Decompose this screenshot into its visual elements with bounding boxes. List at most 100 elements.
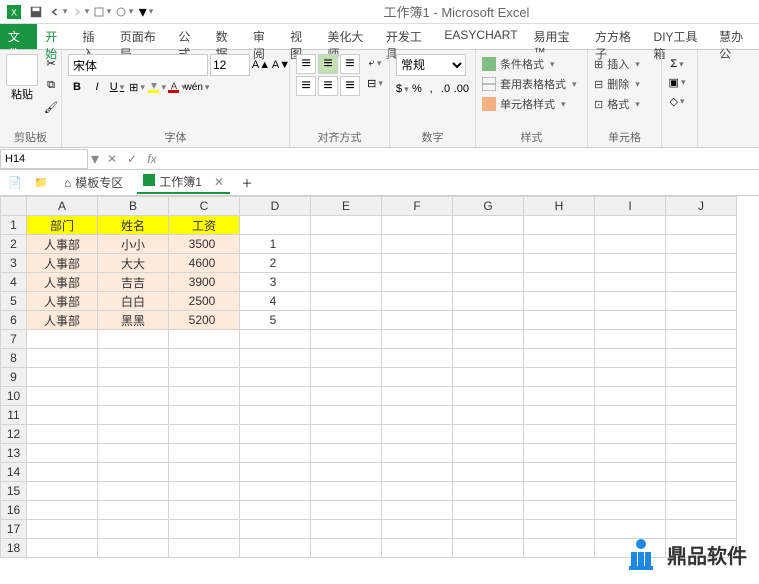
align-bottom-right-icon[interactable]: ≡ (340, 76, 360, 96)
name-box-dropdown-icon[interactable]: ▾ (88, 149, 102, 169)
cell-H17[interactable] (524, 520, 595, 539)
fx-icon[interactable]: fx (142, 152, 162, 166)
merge-cells-icon[interactable]: ⊟ (366, 74, 384, 92)
cell-J7[interactable] (666, 330, 737, 349)
cell-D2[interactable]: 1 (240, 235, 311, 254)
cell-A3[interactable]: 人事部 (27, 254, 98, 273)
cell-E3[interactable] (311, 254, 382, 273)
cell-F8[interactable] (382, 349, 453, 368)
cell-J5[interactable] (666, 292, 737, 311)
cell-B10[interactable] (98, 387, 169, 406)
cell-D13[interactable] (240, 444, 311, 463)
cell-F2[interactable] (382, 235, 453, 254)
cell-A8[interactable] (27, 349, 98, 368)
cell-J1[interactable] (666, 216, 737, 235)
cell-A7[interactable] (27, 330, 98, 349)
row-header-8[interactable]: 8 (1, 349, 27, 368)
cell-G10[interactable] (453, 387, 524, 406)
font-color-icon[interactable]: A (168, 78, 186, 96)
fill-color-icon[interactable] (148, 78, 166, 96)
cell-J16[interactable] (666, 501, 737, 520)
cell-D17[interactable] (240, 520, 311, 539)
cell-I8[interactable] (595, 349, 666, 368)
tab-data[interactable]: 数据 (208, 24, 245, 49)
col-header-J[interactable]: J (666, 197, 737, 216)
cell-G9[interactable] (453, 368, 524, 387)
row-header-18[interactable]: 18 (1, 539, 27, 558)
phonetic-icon[interactable]: wén (188, 78, 206, 96)
cell-D3[interactable]: 2 (240, 254, 311, 273)
cell-A9[interactable] (27, 368, 98, 387)
cell-J2[interactable] (666, 235, 737, 254)
cell-C3[interactable]: 4600 (169, 254, 240, 273)
cell-C2[interactable]: 3500 (169, 235, 240, 254)
row-header-11[interactable]: 11 (1, 406, 27, 425)
format-cells-button[interactable]: ⊡格式 (594, 94, 655, 114)
undo-icon[interactable] (48, 2, 68, 22)
align-top-center-icon[interactable]: ≡ (318, 54, 338, 74)
cell-H11[interactable] (524, 406, 595, 425)
cut-icon[interactable]: ✂ (42, 54, 60, 72)
cell-E13[interactable] (311, 444, 382, 463)
cell-H13[interactable] (524, 444, 595, 463)
cell-G11[interactable] (453, 406, 524, 425)
cell-H15[interactable] (524, 482, 595, 501)
cell-J4[interactable] (666, 273, 737, 292)
cell-F18[interactable] (382, 539, 453, 558)
cell-E1[interactable] (311, 216, 382, 235)
cell-F17[interactable] (382, 520, 453, 539)
cell-A1[interactable]: 部门 (27, 216, 98, 235)
cell-G17[interactable] (453, 520, 524, 539)
increase-font-icon[interactable]: A▲ (252, 56, 270, 74)
tab-layout[interactable]: 页面布局 (112, 24, 171, 49)
row-header-6[interactable]: 6 (1, 311, 27, 330)
cell-J8[interactable] (666, 349, 737, 368)
increase-decimal-icon[interactable]: .0 (439, 80, 451, 98)
cell-B13[interactable] (98, 444, 169, 463)
cell-I6[interactable] (595, 311, 666, 330)
tab-file[interactable]: 文件 (0, 24, 37, 49)
row-header-9[interactable]: 9 (1, 368, 27, 387)
cell-H3[interactable] (524, 254, 595, 273)
copy-icon[interactable]: ⧉ (42, 76, 60, 94)
cell-C14[interactable] (169, 463, 240, 482)
row-header-5[interactable]: 5 (1, 292, 27, 311)
cell-F11[interactable] (382, 406, 453, 425)
cell-G14[interactable] (453, 463, 524, 482)
align-top-left-icon[interactable]: ≡ (296, 54, 316, 74)
row-header-16[interactable]: 16 (1, 501, 27, 520)
cell-I9[interactable] (595, 368, 666, 387)
paste-icon[interactable] (6, 54, 38, 86)
cell-C18[interactable] (169, 539, 240, 558)
cell-H6[interactable] (524, 311, 595, 330)
table-format-button[interactable]: 套用表格格式 (482, 74, 581, 94)
cell-G6[interactable] (453, 311, 524, 330)
cell-C13[interactable] (169, 444, 240, 463)
cell-E9[interactable] (311, 368, 382, 387)
cell-I1[interactable] (595, 216, 666, 235)
cell-C17[interactable] (169, 520, 240, 539)
cell-style-button[interactable]: 单元格样式 (482, 94, 581, 114)
row-header-13[interactable]: 13 (1, 444, 27, 463)
cell-J14[interactable] (666, 463, 737, 482)
cell-I11[interactable] (595, 406, 666, 425)
cell-J3[interactable] (666, 254, 737, 273)
cell-F14[interactable] (382, 463, 453, 482)
cell-C5[interactable]: 2500 (169, 292, 240, 311)
cell-D1[interactable] (240, 216, 311, 235)
cell-D6[interactable]: 5 (240, 311, 311, 330)
italic-button[interactable]: I (88, 78, 106, 96)
font-name-select[interactable] (68, 54, 208, 76)
cell-A17[interactable] (27, 520, 98, 539)
col-header-B[interactable]: B (98, 197, 169, 216)
cell-H9[interactable] (524, 368, 595, 387)
cell-F12[interactable] (382, 425, 453, 444)
cell-I7[interactable] (595, 330, 666, 349)
cell-B17[interactable] (98, 520, 169, 539)
cell-A15[interactable] (27, 482, 98, 501)
row-header-12[interactable]: 12 (1, 425, 27, 444)
cell-E17[interactable] (311, 520, 382, 539)
cell-E8[interactable] (311, 349, 382, 368)
qat-customize-icon[interactable]: ▾ (136, 2, 156, 22)
cell-A2[interactable]: 人事部 (27, 235, 98, 254)
